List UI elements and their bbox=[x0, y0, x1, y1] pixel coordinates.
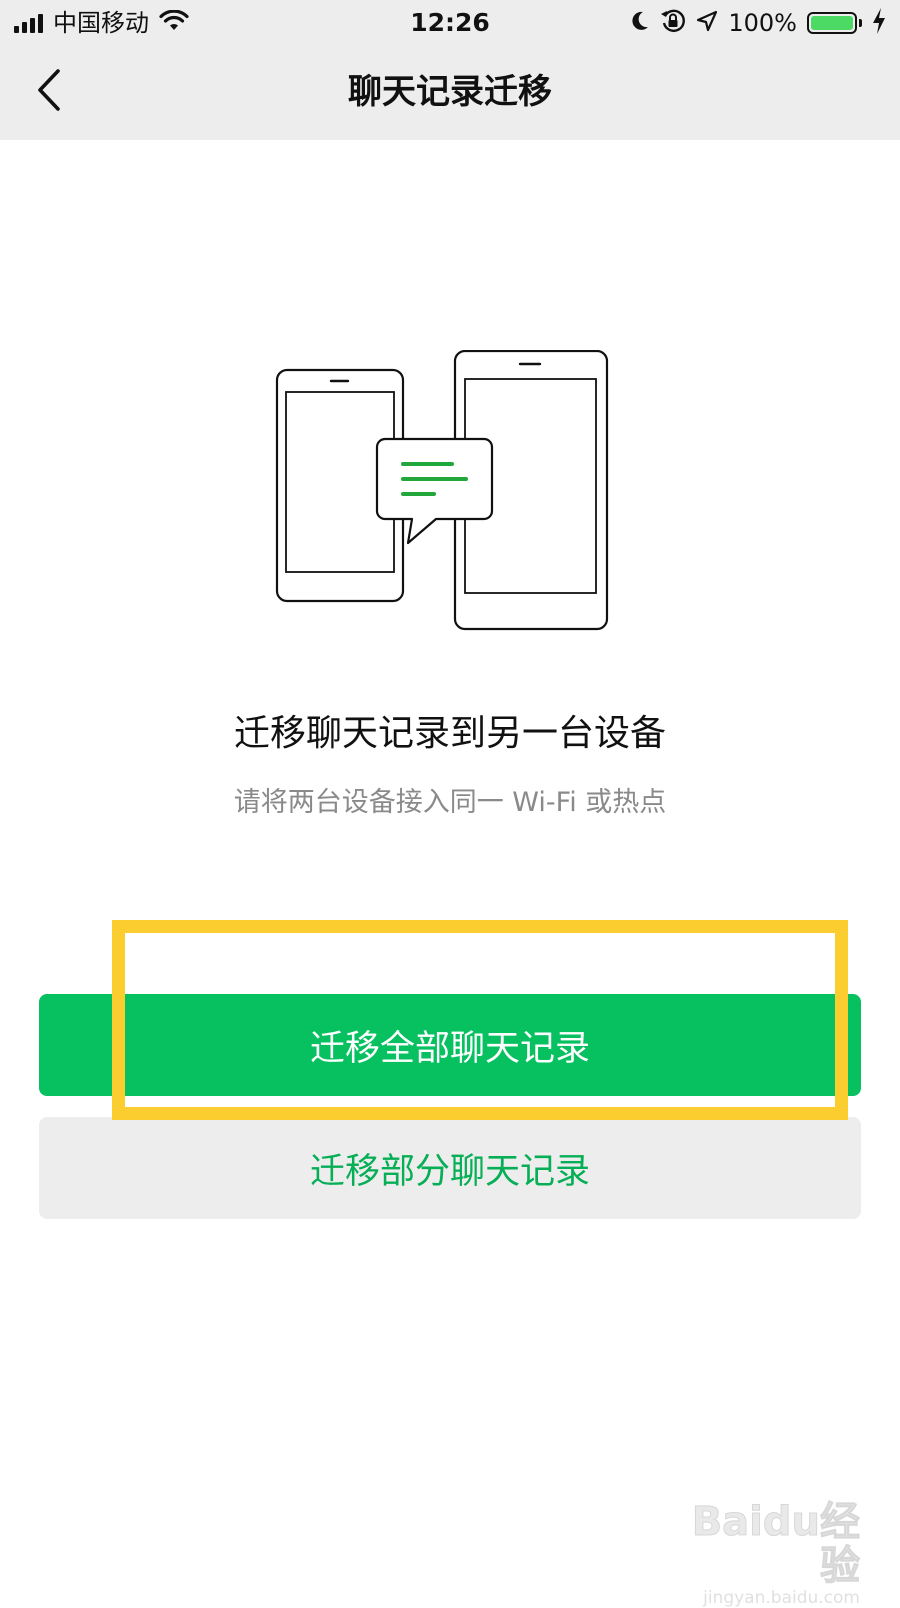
battery-percent: 100% bbox=[728, 9, 797, 37]
watermark-url: jingyan.baidu.com bbox=[703, 1588, 860, 1608]
status-right: 100% bbox=[630, 8, 886, 38]
watermark: Baidu经验 jingyan.baidu.com bbox=[660, 1500, 860, 1608]
battery-fill bbox=[811, 16, 853, 30]
subline: 请将两台设备接入同一 Wi-Fi 或热点 bbox=[233, 787, 667, 818]
orientation-lock-icon bbox=[660, 8, 686, 38]
nav-bar: 聊天记录迁移 bbox=[0, 46, 900, 140]
migrate-partial-button[interactable]: 迁移部分聊天记录 bbox=[39, 1117, 861, 1219]
headline: 迁移聊天记录到另一台设备 bbox=[233, 713, 666, 754]
moon-icon bbox=[630, 10, 650, 36]
battery-icon bbox=[807, 12, 862, 34]
location-arrow-icon bbox=[696, 10, 718, 36]
watermark-logo: Baidu经验 bbox=[691, 1499, 860, 1589]
top-bar: 中国移动 12:26 100% 聊天记录迁移 bbox=[0, 0, 900, 140]
status-bar: 中国移动 12:26 100% bbox=[0, 0, 900, 46]
phones-transfer-illustration bbox=[270, 349, 630, 650]
page-title: 聊天记录迁移 bbox=[348, 72, 552, 112]
migrate-all-button[interactable]: 迁移全部聊天记录 bbox=[39, 994, 861, 1096]
charging-bolt-icon bbox=[872, 8, 886, 38]
